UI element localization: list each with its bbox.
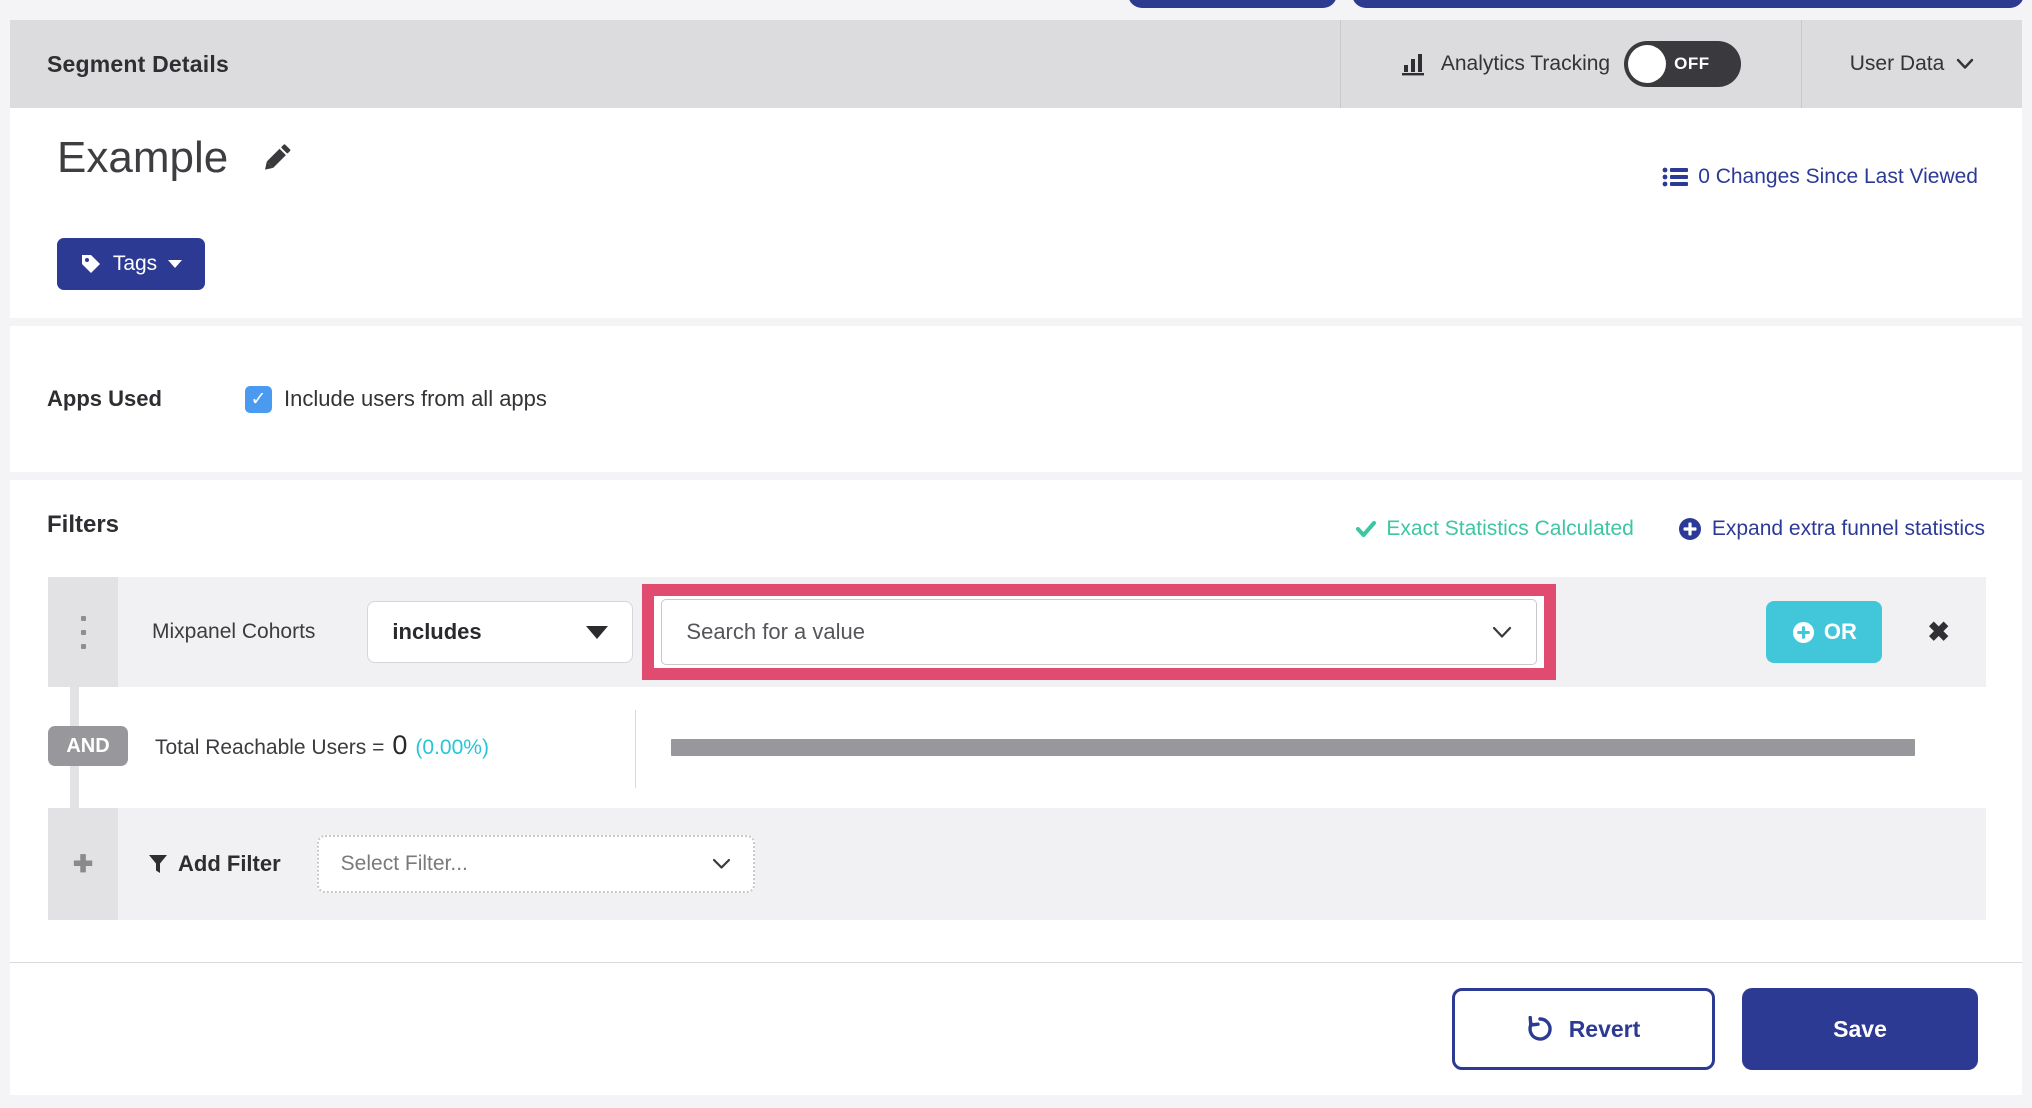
analytics-tracking-toggle[interactable]: OFF — [1624, 41, 1742, 87]
page-title: Segment Details — [47, 50, 229, 77]
footer-actions: Revert Save — [10, 963, 2022, 1095]
add-row-handle[interactable]: ✚ — [48, 808, 118, 920]
drag-handle[interactable] — [48, 577, 118, 687]
filters-heading: Filters — [47, 511, 120, 538]
plus-circle-icon — [1678, 517, 1702, 541]
highlight-annotation-box: Search for a value — [642, 584, 1557, 680]
reachable-users-progress-bar — [671, 739, 1915, 756]
add-filter-label: Add Filter — [178, 851, 281, 876]
operator-select[interactable]: includes — [367, 601, 634, 663]
user-data-dropdown[interactable]: User Data — [1801, 20, 2022, 108]
toggle-knob — [1628, 45, 1667, 83]
bar-chart-icon — [1401, 51, 1427, 77]
plus-circle-icon — [1792, 621, 1815, 644]
edit-pencil-icon[interactable] — [258, 140, 294, 176]
include-all-apps-checkbox[interactable]: ✓ — [245, 385, 272, 413]
tags-button[interactable]: Tags — [57, 238, 205, 290]
value-search-select[interactable]: Search for a value — [661, 599, 1538, 665]
apps-used-card: Apps Used ✓ Include users from all apps — [10, 326, 2022, 472]
or-button-label: OR — [1823, 619, 1857, 644]
funnel-icon — [148, 854, 168, 874]
expand-funnel-statistics-link[interactable]: Expand extra funnel statistics — [1678, 517, 1985, 541]
and-badge: AND — [48, 726, 128, 766]
filter-name-label: Mixpanel Cohorts — [152, 620, 316, 643]
select-filter-placeholder: Select Filter... — [340, 852, 468, 875]
top-partial-button-left[interactable] — [1128, 0, 1337, 8]
changes-since-last-viewed-link[interactable]: 0 Changes Since Last Viewed — [1662, 165, 1978, 189]
tag-icon — [80, 253, 102, 275]
segment-name-card: Example Tags 0 Changes Since Last Viewed — [10, 108, 2022, 318]
revert-button-label: Revert — [1568, 1015, 1641, 1042]
analytics-tracking-section: Analytics Tracking OFF — [1340, 20, 1801, 108]
remove-filter-icon[interactable]: ✖ — [1927, 617, 1950, 648]
total-reachable-label: Total Reachable Users = — [155, 736, 385, 759]
grip-dots-icon — [80, 615, 86, 649]
segment-details-header: Segment Details Analytics Tracking OFF U… — [10, 20, 2022, 108]
caret-down-icon — [168, 260, 183, 268]
operator-value: includes — [392, 619, 482, 644]
save-button[interactable]: Save — [1742, 988, 1978, 1070]
filter-row-mixpanel-cohorts: Mixpanel Cohorts includes Search for a v… — [48, 577, 1986, 687]
include-all-apps-label: Include users from all apps — [284, 386, 547, 411]
filters-card: Filters Exact Statistics Calculated Expa… — [10, 480, 2022, 963]
total-reachable-value: 0 — [392, 730, 408, 760]
expand-link-label: Expand extra funnel statistics — [1711, 517, 1985, 540]
total-reachable-users: Total Reachable Users = 0 (0.00%) — [155, 730, 489, 761]
check-icon — [1356, 520, 1377, 538]
vertical-divider — [635, 710, 636, 788]
chevron-down-icon — [712, 858, 731, 870]
chevron-down-icon — [1492, 626, 1512, 639]
top-partial-button-right[interactable] — [1352, 0, 2024, 8]
caret-down-icon — [586, 625, 609, 639]
chevron-down-icon — [1956, 58, 1974, 70]
changes-link-label: 0 Changes Since Last Viewed — [1698, 165, 1978, 188]
toggle-state-label: OFF — [1674, 54, 1710, 73]
revert-button[interactable]: Revert — [1452, 988, 1715, 1070]
plus-icon: ✚ — [72, 850, 94, 878]
exact-statistics-label: Exact Statistics Calculated — [1386, 517, 1634, 540]
add-filter-row: ✚ Add Filter Select Filter... — [48, 808, 1986, 920]
value-select-placeholder: Search for a value — [686, 619, 865, 644]
add-or-condition-button[interactable]: OR — [1766, 601, 1883, 663]
user-data-label: User Data — [1849, 52, 1945, 75]
tags-button-label: Tags — [112, 252, 158, 275]
add-filter-label-group: Add Filter — [148, 851, 281, 877]
segment-name: Example — [57, 133, 229, 182]
changelog-list-icon — [1662, 166, 1689, 188]
apps-used-label: Apps Used — [47, 386, 162, 411]
select-filter-dropdown[interactable]: Select Filter... — [316, 835, 755, 893]
revert-undo-icon — [1527, 1016, 1553, 1042]
analytics-tracking-label: Analytics Tracking — [1440, 52, 1611, 75]
exact-statistics-status: Exact Statistics Calculated — [1356, 517, 1634, 541]
total-reachable-percent: (0.00%) — [415, 736, 489, 759]
